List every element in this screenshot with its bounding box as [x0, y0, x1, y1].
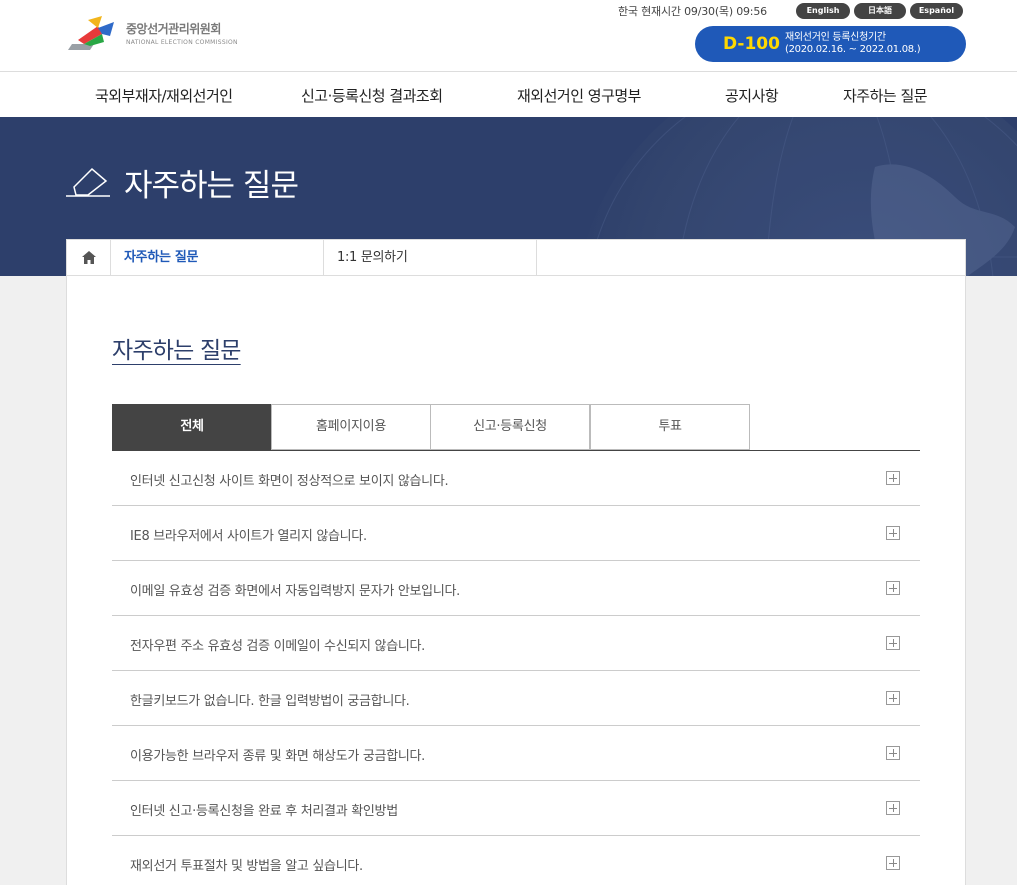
- sub-nav: 자주하는 질문 1:1 문의하기: [66, 239, 966, 276]
- logo-title-kr: 중앙선거관리위원회: [126, 22, 221, 36]
- expand-plus-icon[interactable]: [886, 526, 900, 540]
- list-item[interactable]: 이용가능한 브라우저 종류 및 화면 해상도가 궁금합니다.: [112, 726, 920, 781]
- nav-item-faq[interactable]: 자주하는 질문: [843, 85, 928, 106]
- main-content: 자주하는 질문 전체 홈페이지이용 신고·등록신청 투표 인터넷 신고신청 사이…: [66, 276, 966, 885]
- faq-question: 인터넷 신고·등록신청을 완료 후 처리결과 확인방법: [130, 804, 398, 819]
- faq-question: 전자우편 주소 유효성 검증 이메일이 수신되지 않습니다.: [130, 639, 426, 654]
- main-nav: 국외부재자/재외선거인 신고·등록신청 결과조회 재외선거인 영구명부 공지사항…: [0, 72, 1017, 117]
- list-item[interactable]: 한글키보드가 없습니다. 한글 입력방법이 궁금합니다.: [112, 671, 920, 726]
- site-header: 중앙선거관리위원회 NATIONAL ELECTION COMMISSION 한…: [0, 0, 1017, 72]
- list-item[interactable]: 인터넷 신고신청 사이트 화면이 정상적으로 보이지 않습니다.: [112, 451, 920, 506]
- faq-question: 이용가능한 브라우저 종류 및 화면 해상도가 궁금합니다.: [130, 749, 426, 764]
- faq-question: 이메일 유효성 검증 화면에서 자동입력방지 문자가 안보입니다.: [130, 584, 460, 599]
- logo-emblem-icon: [68, 14, 118, 52]
- faq-list: 인터넷 신고신청 사이트 화면이 정상적으로 보이지 않습니다. IE8 브라우…: [112, 451, 920, 885]
- expand-plus-icon[interactable]: [886, 856, 900, 870]
- logo-title-en: NATIONAL ELECTION COMMISSION: [126, 39, 238, 46]
- page-title: 자주하는 질문: [112, 338, 241, 364]
- tab-homepage-use[interactable]: 홈페이지이용: [271, 404, 431, 450]
- expand-plus-icon[interactable]: [886, 636, 900, 650]
- tab-voting[interactable]: 투표: [590, 404, 750, 450]
- expand-plus-icon[interactable]: [886, 581, 900, 595]
- dday-period-range: (2020.02.16. ~ 2022.01.08.): [785, 44, 921, 55]
- category-tabs: 전체 홈페이지이용 신고·등록신청 투표: [112, 404, 920, 451]
- faq-question: IE8 브라우저에서 사이트가 열리지 않습니다.: [130, 529, 367, 544]
- nav-item-result-lookup[interactable]: 신고·등록신청 결과조회: [301, 85, 443, 106]
- expand-plus-icon[interactable]: [886, 471, 900, 485]
- sub-tab-inquiry[interactable]: 1:1 문의하기: [324, 240, 537, 275]
- nav-item-notices[interactable]: 공지사항: [725, 85, 779, 106]
- lang-english-button[interactable]: English: [796, 3, 850, 19]
- list-item[interactable]: IE8 브라우저에서 사이트가 열리지 않습니다.: [112, 506, 920, 561]
- dday-count: D-100: [723, 34, 780, 54]
- dday-banner[interactable]: D-100 재외선거인 등록신청기간 (2020.02.16. ~ 2022.0…: [695, 26, 966, 62]
- banner-title: 자주하는 질문: [124, 168, 299, 204]
- faq-question: 재외선거 투표절차 및 방법을 알고 싶습니다.: [130, 859, 363, 874]
- tab-all[interactable]: 전체: [112, 404, 272, 450]
- pencil-icon: [66, 165, 112, 201]
- faq-question: 인터넷 신고신청 사이트 화면이 정상적으로 보이지 않습니다.: [130, 474, 449, 489]
- sub-tab-faq[interactable]: 자주하는 질문: [111, 240, 324, 275]
- list-item[interactable]: 이메일 유효성 검증 화면에서 자동입력방지 문자가 안보입니다.: [112, 561, 920, 616]
- nav-item-permanent-register[interactable]: 재외선거인 영구명부: [517, 85, 641, 106]
- expand-plus-icon[interactable]: [886, 801, 900, 815]
- nav-item-absentee[interactable]: 국외부재자/재외선거인: [95, 85, 233, 106]
- home-icon[interactable]: [67, 240, 111, 275]
- lang-japanese-button[interactable]: 日本語: [854, 3, 906, 19]
- tab-registration[interactable]: 신고·등록신청: [430, 404, 590, 450]
- nec-logo[interactable]: 중앙선거관리위원회 NATIONAL ELECTION COMMISSION: [68, 14, 238, 52]
- expand-plus-icon[interactable]: [886, 746, 900, 760]
- list-item[interactable]: 인터넷 신고·등록신청을 완료 후 처리결과 확인방법: [112, 781, 920, 836]
- lang-spanish-button[interactable]: Español: [910, 3, 963, 19]
- dday-period-label: 재외선거인 등록신청기간: [785, 32, 886, 43]
- expand-plus-icon[interactable]: [886, 691, 900, 705]
- list-item[interactable]: 전자우편 주소 유효성 검증 이메일이 수신되지 않습니다.: [112, 616, 920, 671]
- list-item[interactable]: 재외선거 투표절차 및 방법을 알고 싶습니다.: [112, 836, 920, 885]
- faq-question: 한글키보드가 없습니다. 한글 입력방법이 궁금합니다.: [130, 694, 410, 709]
- korea-time-clock: 한국 현재시간 09/30(목) 09:56: [618, 5, 767, 18]
